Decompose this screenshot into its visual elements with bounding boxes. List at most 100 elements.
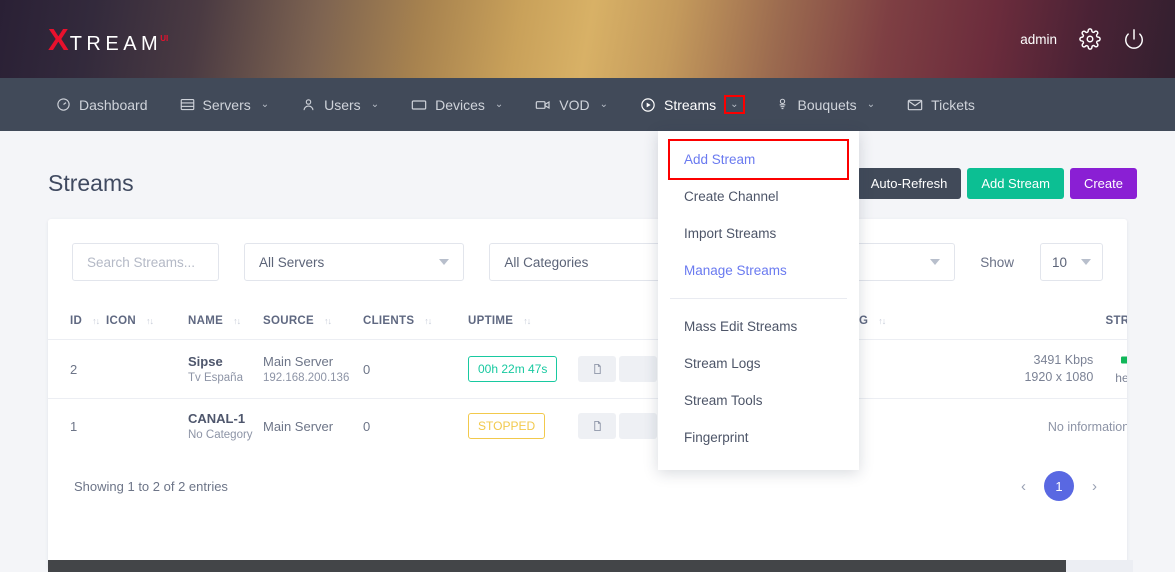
stream-name: Sipse bbox=[188, 354, 223, 369]
col-icon[interactable]: ICON ↑↓ bbox=[106, 303, 188, 340]
resolution-value: 1920 x 1080 bbox=[1024, 370, 1094, 384]
chevron-down-icon bbox=[1081, 259, 1092, 265]
sort-icon: ↑↓ bbox=[145, 316, 154, 326]
brand-header: X TREAM UI admin bbox=[0, 0, 1175, 78]
nav-label-streams: Streams bbox=[664, 96, 717, 113]
source-server: Main Server bbox=[263, 354, 334, 369]
streams-card: Search Streams... All Servers All Catego… bbox=[48, 219, 1127, 569]
chevron-down-icon[interactable]: ⌄ bbox=[371, 99, 379, 110]
menu-item-add-stream[interactable]: Add Stream bbox=[668, 139, 849, 180]
col-source[interactable]: SOURCE ↑↓ bbox=[263, 303, 363, 340]
nav-item-vod[interactable]: VOD ⌄ bbox=[519, 78, 624, 131]
device-icon bbox=[411, 97, 427, 113]
cell-clients: 0 bbox=[363, 339, 468, 399]
row-action-2[interactable] bbox=[619, 413, 657, 439]
col-id[interactable]: ID ↑↓ bbox=[48, 303, 106, 340]
sort-icon: ↑↓ bbox=[424, 316, 432, 326]
page-1-button[interactable]: 1 bbox=[1044, 471, 1074, 501]
nav-item-streams[interactable]: Streams ⌄ bbox=[624, 78, 759, 131]
cell-clients: 0 bbox=[363, 418, 371, 434]
sort-icon: ↑↓ bbox=[523, 316, 531, 326]
menu-item-manage-streams[interactable]: Manage Streams bbox=[658, 252, 859, 289]
table-row[interactable]: 2 Sipse Tv España Main Server 192.168.20… bbox=[48, 339, 1127, 399]
play-circle-icon bbox=[640, 97, 656, 113]
server-filter-select[interactable]: All Servers bbox=[243, 243, 465, 281]
xtream-logo[interactable]: X TREAM UI bbox=[48, 24, 170, 55]
file-icon bbox=[593, 420, 601, 432]
chevron-down-icon-streams[interactable]: ⌄ bbox=[724, 95, 745, 114]
chevron-down-icon[interactable]: ⌄ bbox=[867, 99, 875, 110]
menu-item-create-channel[interactable]: Create Channel bbox=[658, 178, 859, 215]
nav-label-users: Users bbox=[324, 96, 361, 113]
streams-table: ID ↑↓ ICON ↑↓ NAME ↑↓ SOURCE ↑↓ CLIENTS ↑↓ UP… bbox=[48, 303, 1127, 453]
stream-category: Tv España bbox=[188, 372, 243, 384]
page-horizontal-scrollbar[interactable] bbox=[48, 560, 1133, 572]
stream-info-group: 3491 Kbps 1920 x 1080 hevc bbox=[915, 352, 1127, 386]
auto-refresh-button[interactable]: Auto-Refresh bbox=[856, 167, 962, 199]
source-ip: 192.168.200.136 bbox=[263, 372, 350, 384]
nav-item-devices[interactable]: Devices ⌄ bbox=[395, 78, 519, 131]
video-camera-icon bbox=[1115, 354, 1127, 368]
server-filter-value: All Servers bbox=[258, 254, 325, 270]
nav-item-bouquets[interactable]: Bouquets ⌄ bbox=[759, 78, 892, 131]
user-icon bbox=[301, 97, 316, 112]
col-name[interactable]: NAME ↑↓ bbox=[188, 303, 263, 340]
logo-x-mark: X bbox=[48, 21, 69, 57]
show-label: Show bbox=[980, 254, 1015, 270]
filter-bar: Search Streams... All Servers All Catego… bbox=[48, 219, 1127, 281]
cell-source: Main Server bbox=[263, 399, 363, 454]
source-server: Main Server bbox=[263, 418, 334, 434]
video-codec-label: hevc bbox=[1115, 370, 1127, 385]
chevron-down-icon[interactable]: ⌄ bbox=[261, 99, 269, 110]
nav-item-servers[interactable]: Servers ⌄ bbox=[164, 78, 286, 131]
chevron-down-icon[interactable]: ⌄ bbox=[495, 99, 503, 110]
status-badge: 00h 22m 47s bbox=[468, 356, 558, 382]
menu-item-fingerprint[interactable]: Fingerprint bbox=[658, 419, 859, 456]
prev-page-button[interactable]: ‹ bbox=[1017, 478, 1030, 495]
stream-category: No Category bbox=[188, 429, 253, 441]
table-body: 2 Sipse Tv España Main Server 192.168.20… bbox=[48, 339, 1127, 454]
nav-item-tickets[interactable]: Tickets bbox=[891, 78, 991, 131]
add-stream-button[interactable]: Add Stream bbox=[967, 167, 1064, 199]
gear-icon[interactable] bbox=[1079, 28, 1101, 50]
col-clients[interactable]: CLIENTS ↑↓ bbox=[363, 303, 468, 340]
row-action-2[interactable] bbox=[619, 356, 657, 382]
page-content: Streams Auto-Refresh Add Stream Create S… bbox=[0, 131, 1175, 572]
power-icon[interactable] bbox=[1123, 28, 1145, 50]
file-icon-button[interactable] bbox=[578, 356, 616, 382]
page-size-select[interactable]: 10 bbox=[1040, 243, 1104, 281]
cell-icon bbox=[106, 339, 188, 399]
menu-item-import-streams[interactable]: Import Streams bbox=[658, 215, 859, 252]
page-title: Streams bbox=[48, 169, 134, 196]
nav-label-servers: Servers bbox=[202, 96, 251, 113]
status-badge: STOPPED bbox=[468, 413, 546, 439]
bouquet-icon bbox=[775, 97, 790, 112]
table-row[interactable]: 1 CANAL-1 No Category Main Server 0 STOP… bbox=[48, 399, 1127, 454]
video-codec-group: hevc bbox=[1115, 354, 1127, 385]
cell-uptime: STOPPED bbox=[468, 399, 578, 454]
search-input[interactable]: Search Streams... bbox=[72, 243, 219, 281]
col-stream-info: STREAM INFO bbox=[915, 303, 1127, 340]
chevron-down-icon[interactable]: ⌄ bbox=[600, 99, 608, 110]
nav-label-devices: Devices bbox=[435, 96, 485, 113]
entries-summary: Showing 1 to 2 of 2 entries bbox=[74, 478, 228, 494]
nav-label-bouquets: Bouquets bbox=[797, 96, 857, 113]
bitrate-value: 3491 Kbps bbox=[1033, 353, 1094, 367]
logo-wordmark: TREAM bbox=[69, 32, 163, 55]
nav-item-dashboard[interactable]: Dashboard bbox=[40, 78, 164, 131]
menu-item-mass-edit-streams[interactable]: Mass Edit Streams bbox=[658, 308, 859, 345]
file-icon-button[interactable] bbox=[578, 413, 616, 439]
create-button[interactable]: Create bbox=[1069, 167, 1137, 199]
col-uptime[interactable]: UPTIME ↑↓ bbox=[468, 303, 578, 340]
file-icon bbox=[593, 363, 601, 375]
sort-icon: ↑↓ bbox=[878, 316, 886, 326]
menu-item-stream-tools[interactable]: Stream Tools bbox=[658, 382, 859, 419]
nav-item-users[interactable]: Users ⌄ bbox=[285, 78, 395, 131]
next-page-button[interactable]: › bbox=[1088, 478, 1101, 495]
cell-name: CANAL-1 No Category bbox=[188, 399, 263, 454]
menu-item-stream-logs[interactable]: Stream Logs bbox=[658, 345, 859, 382]
cell-icon bbox=[106, 399, 188, 454]
page-scrollbar-thumb[interactable] bbox=[48, 560, 1066, 572]
cell-id: 2 bbox=[48, 339, 106, 399]
streams-dropdown-menu: Add Stream Create Channel Import Streams… bbox=[658, 131, 859, 470]
